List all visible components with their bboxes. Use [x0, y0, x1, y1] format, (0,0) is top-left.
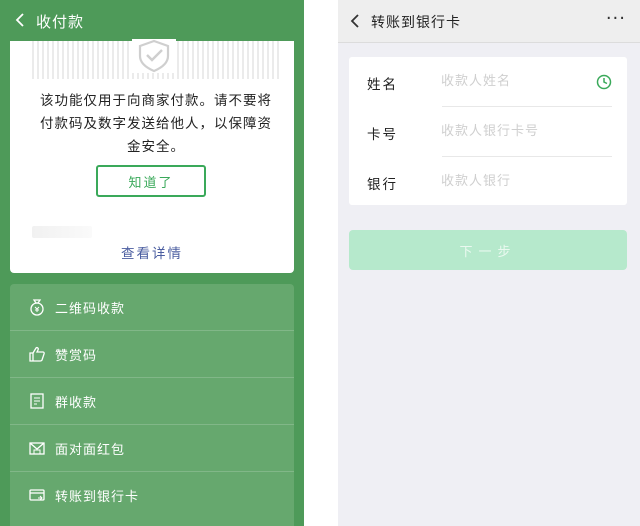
name-label: 姓名: [367, 77, 398, 93]
back-arrow-icon[interactable]: [348, 13, 362, 29]
menu-item-qr-receive[interactable]: 二维码收款: [10, 284, 294, 330]
page-title: 转账到银行卡: [371, 15, 461, 31]
bank-card-icon: [29, 489, 45, 501]
red-packet-icon: [29, 442, 45, 455]
card-number-label: 卡号: [367, 127, 398, 143]
left-header: 收付款: [0, 0, 304, 41]
name-input[interactable]: [441, 71, 591, 91]
thumbs-up-icon: [29, 346, 45, 362]
bank-label: 银行: [367, 177, 398, 193]
menu-item-appreciation-code[interactable]: 赞赏码: [10, 331, 294, 377]
transfer-to-bank-card-screen: 转账到银行卡 ··· 姓名 卡号 银行 下一步: [338, 0, 640, 526]
menu-item-label: 赞赏码: [55, 348, 98, 364]
clock-history-icon[interactable]: [596, 74, 612, 90]
shield-check-icon: [132, 39, 176, 73]
card-number-row: 卡号: [349, 107, 627, 156]
faint-placeholder: [32, 226, 92, 238]
menu-item-face-to-face-red-packet[interactable]: 面对面红包: [10, 425, 294, 471]
menu-item-label: 二维码收款: [55, 301, 126, 317]
right-header: 转账到银行卡 ···: [338, 0, 640, 43]
security-notice-text: 该功能仅用于向商家付款。请不要将付款码及数字发送给他人，以保障资金安全。: [40, 93, 272, 155]
bank-row: 银行: [349, 157, 627, 206]
page-title: 收付款: [36, 13, 85, 31]
transfer-form: 姓名 卡号 银行: [349, 57, 627, 205]
menu-item-transfer-to-bank-card[interactable]: 转账到银行卡: [10, 472, 294, 518]
more-menu-icon[interactable]: ···: [606, 8, 626, 29]
screen-divider-gap: [304, 0, 338, 526]
receive-pay-screen: 收付款 该功能仅用于向商家付款。请不要将付款码及数字发送给他人，以保障资金安全。…: [0, 0, 304, 526]
card-number-input[interactable]: [441, 121, 591, 141]
payment-menu: 二维码收款 赞赏码 群收款 面对面红包 转账到银行卡: [10, 284, 294, 526]
money-bag-icon: [30, 299, 44, 316]
got-it-button[interactable]: 知道了: [96, 165, 206, 197]
notice-card: 该功能仅用于向商家付款。请不要将付款码及数字发送给他人，以保障资金安全。 知道了…: [10, 39, 294, 273]
back-arrow-icon[interactable]: [12, 12, 28, 28]
menu-item-group-bill[interactable]: 群收款: [10, 378, 294, 424]
group-bill-icon: [30, 393, 44, 409]
bank-input[interactable]: [441, 171, 591, 191]
menu-item-label: 转账到银行卡: [55, 489, 140, 505]
next-step-button[interactable]: 下一步: [349, 230, 627, 270]
menu-item-label: 群收款: [55, 395, 98, 411]
menu-item-label: 面对面红包: [55, 442, 126, 458]
view-details-link[interactable]: 查看详情: [10, 242, 294, 262]
name-row: 姓名: [349, 57, 627, 106]
